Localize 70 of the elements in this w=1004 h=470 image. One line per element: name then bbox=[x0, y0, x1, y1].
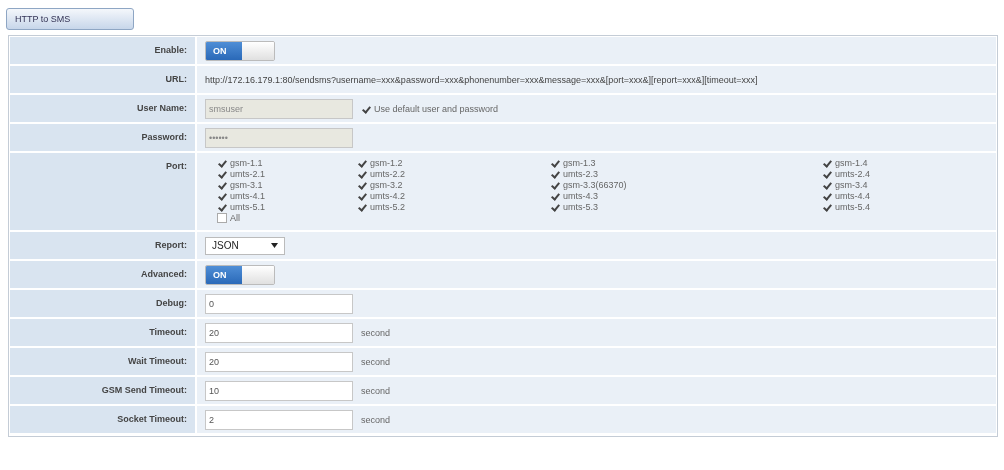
unit-label: second bbox=[361, 414, 391, 425]
port-label: umts-2.3 bbox=[563, 169, 598, 179]
input-field[interactable]: 0 bbox=[205, 293, 353, 314]
field-label: Socket Timeout: bbox=[117, 414, 187, 424]
port-label: umts-5.3 bbox=[563, 202, 598, 212]
field-label: Wait Timeout: bbox=[128, 356, 187, 366]
port-label: gsm-3.2 bbox=[370, 180, 403, 190]
port-label: gsm-1.1 bbox=[230, 158, 263, 168]
field-label: Password: bbox=[141, 132, 187, 142]
unit-label: second bbox=[361, 356, 391, 367]
checkbox[interactable] bbox=[217, 180, 227, 190]
checkbox[interactable] bbox=[357, 169, 367, 179]
checkbox[interactable] bbox=[357, 202, 367, 212]
input-field[interactable]: 20 bbox=[205, 351, 353, 372]
field-label: URL: bbox=[165, 74, 187, 84]
url-text: http://172.16.179.1:80/sendsms?username=xxx&password=xxx&phonenumber=xxx&message=xxx&[port=xxx&][report=xxx&][timeout=xxx] bbox=[205, 74, 758, 85]
port-label: umts-4.3 bbox=[563, 191, 598, 201]
report-dropdown[interactable]: JSON bbox=[205, 236, 285, 255]
checkbox[interactable] bbox=[822, 158, 832, 168]
checkbox[interactable] bbox=[217, 191, 227, 201]
toggle-switch[interactable]: ON bbox=[205, 264, 275, 285]
checkbox[interactable] bbox=[822, 180, 832, 190]
port-label: umts-2.1 bbox=[230, 169, 265, 179]
port-label: gsm-1.4 bbox=[835, 158, 868, 168]
checkbox[interactable] bbox=[550, 158, 560, 168]
field-label: Report: bbox=[155, 240, 187, 250]
checkbox-label: Use default user and password bbox=[374, 103, 499, 114]
port-label: gsm-3.4 bbox=[835, 180, 868, 190]
field-label: GSM Send Timeout: bbox=[101, 385, 187, 395]
port-label: All bbox=[230, 213, 240, 223]
caret-icon bbox=[271, 243, 278, 248]
port-label: umts-5.2 bbox=[370, 202, 405, 212]
port-label: umts-5.4 bbox=[835, 202, 870, 212]
port-label: umts-4.4 bbox=[835, 191, 870, 201]
checkbox[interactable] bbox=[822, 191, 832, 201]
input-field[interactable]: 2 bbox=[205, 409, 353, 430]
field-label: User Name: bbox=[136, 103, 187, 113]
port-label: gsm-3.1 bbox=[230, 180, 263, 190]
checkbox[interactable] bbox=[217, 213, 227, 223]
input-field[interactable]: 20 bbox=[205, 322, 353, 343]
unit-label: second bbox=[361, 327, 391, 338]
port-label: umts-2.2 bbox=[370, 169, 405, 179]
port-label: umts-4.1 bbox=[230, 191, 265, 201]
checkbox[interactable] bbox=[550, 169, 560, 179]
checkbox[interactable] bbox=[217, 202, 227, 212]
toggle-switch[interactable]: ON bbox=[205, 40, 275, 61]
port-label: umts-4.2 bbox=[370, 191, 405, 201]
port-label: gsm-1.2 bbox=[370, 158, 403, 168]
checkbox[interactable] bbox=[217, 169, 227, 179]
input-field[interactable]: 10 bbox=[205, 380, 353, 401]
checkbox[interactable] bbox=[822, 169, 832, 179]
section-tab[interactable]: HTTP to SMS bbox=[6, 8, 134, 30]
checkbox[interactable] bbox=[217, 158, 227, 168]
field-label: Enable: bbox=[154, 45, 187, 55]
field-label: Timeout: bbox=[149, 327, 187, 337]
checkbox[interactable] bbox=[357, 158, 367, 168]
checkbox[interactable] bbox=[357, 180, 367, 190]
field-label: Port: bbox=[166, 161, 187, 171]
checkbox[interactable] bbox=[357, 191, 367, 201]
port-label: gsm-1.3 bbox=[563, 158, 596, 168]
port-label: umts-2.4 bbox=[835, 169, 870, 179]
port-label: umts-5.1 bbox=[230, 202, 265, 212]
checkbox[interactable] bbox=[822, 202, 832, 212]
unit-label: second bbox=[361, 385, 391, 396]
field-label: Debug: bbox=[156, 298, 187, 308]
checkbox[interactable] bbox=[550, 202, 560, 212]
checkbox[interactable] bbox=[550, 180, 560, 190]
field-label: Advanced: bbox=[141, 269, 187, 279]
checkbox[interactable] bbox=[550, 191, 560, 201]
port-label: gsm-3.3(66370) bbox=[563, 180, 627, 190]
